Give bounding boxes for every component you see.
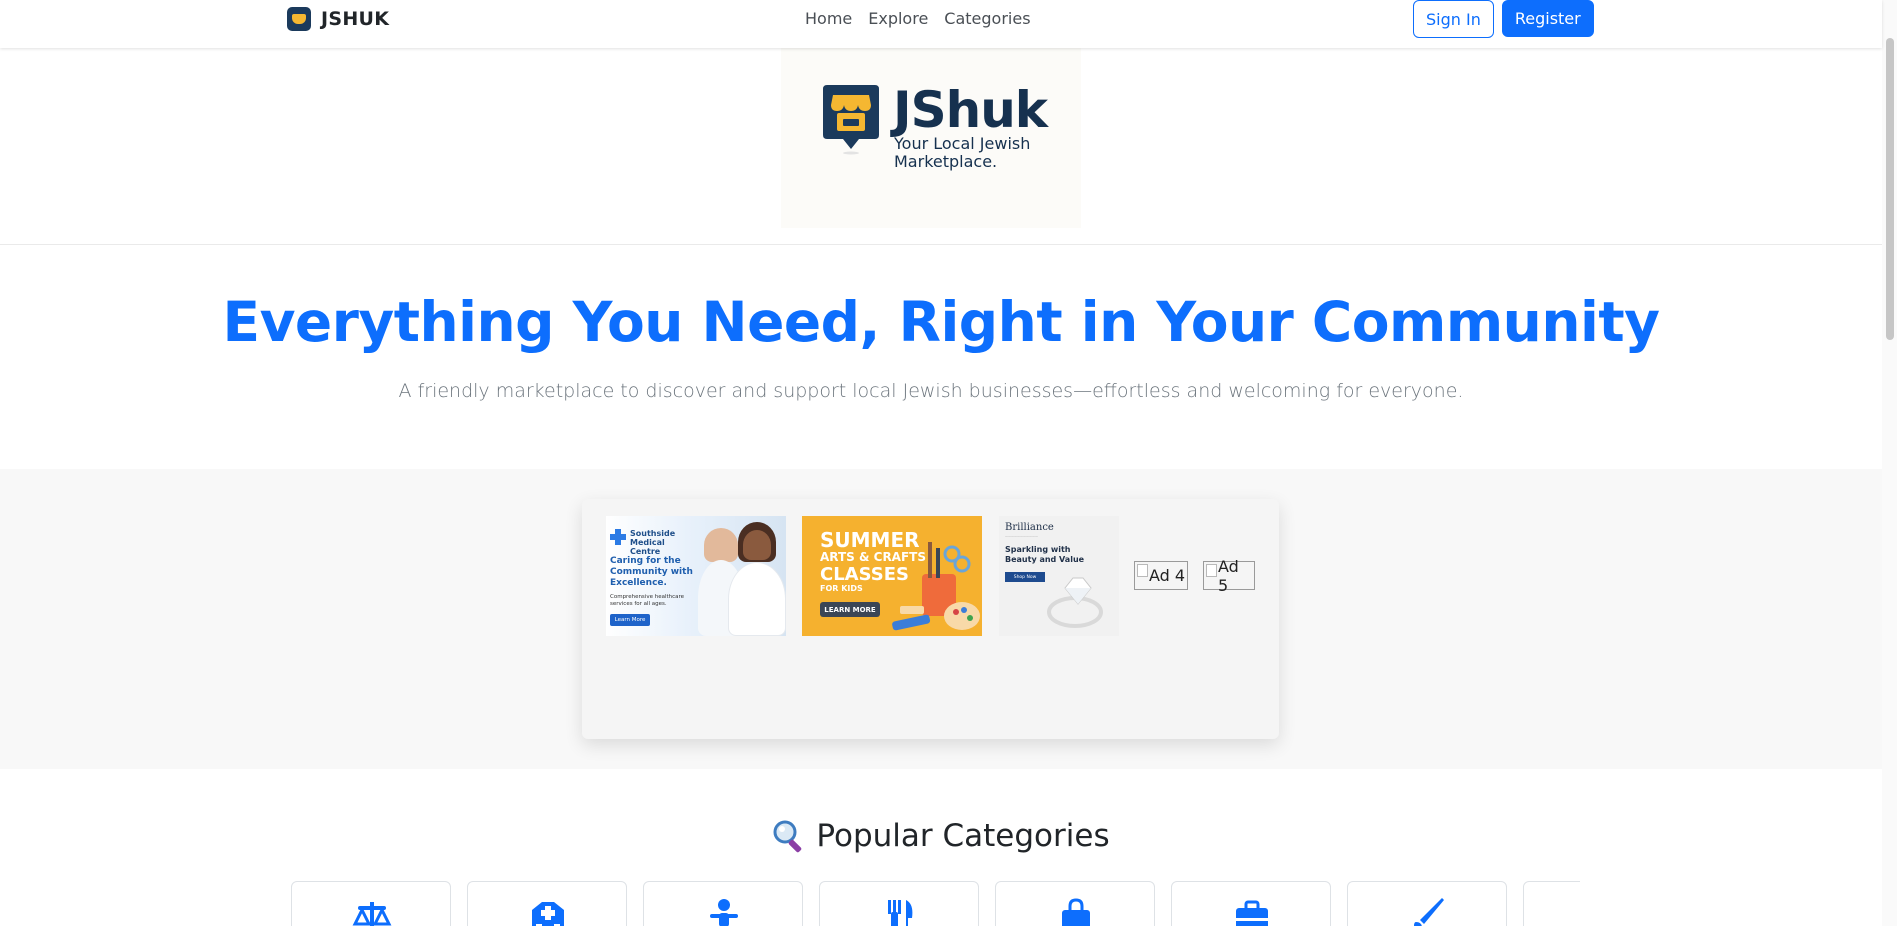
child-icon [710, 899, 738, 926]
ads-section: Southside Medical Centre Caring for the … [0, 469, 1882, 769]
ad1-body: Comprehensive healthcare services for al… [610, 594, 685, 607]
category-card-shopping[interactable] [995, 881, 1155, 926]
store-logo-icon [287, 7, 311, 31]
ad-medical-centre[interactable]: Southside Medical Centre Caring for the … [606, 516, 786, 636]
brand-link[interactable]: JSHUK [287, 7, 389, 31]
nav-links: Home Explore Categories [805, 9, 1031, 28]
nav-link-explore[interactable]: Explore [868, 9, 928, 28]
page-scrollbar[interactable] [1882, 0, 1897, 926]
category-card-partial[interactable] [1523, 881, 1580, 926]
top-navbar: JSHUK Home Explore Categories Sign In Re… [0, 0, 1882, 48]
categories-heading: Popular Categories [0, 818, 1882, 854]
nav-actions: Sign In Register [1413, 0, 1594, 38]
ad-5-broken-image[interactable]: Ad 5 [1203, 557, 1255, 595]
art-supplies-icon [892, 542, 980, 631]
magnifier-icon [773, 820, 802, 853]
sign-in-button[interactable]: Sign In [1413, 0, 1494, 38]
ad3-button: Shop Now [1005, 572, 1045, 582]
scale-icon [352, 902, 392, 926]
nav-link-home[interactable]: Home [805, 9, 852, 28]
shop-pin-icon [823, 85, 879, 155]
register-button[interactable]: Register [1501, 0, 1594, 37]
ad1-logo: Southside Medical Centre [610, 529, 680, 556]
logo-tagline: Your Local Jewish Marketplace. [894, 134, 1031, 171]
shopping-bag-icon [1062, 898, 1090, 926]
ad-person-coat-2 [728, 562, 786, 636]
ad1-headline: Caring for the Community with Excellence… [610, 556, 693, 588]
ad3-brand: Brilliance [1005, 522, 1054, 533]
briefcase-icon [1236, 900, 1268, 926]
hero-title: Everything You Need, Right in Your Commu… [222, 290, 1660, 354]
category-card-health[interactable] [467, 881, 627, 926]
category-card-arts[interactable] [1347, 881, 1507, 926]
categories-carousel [291, 881, 1580, 926]
categories-title: Popular Categories [816, 818, 1110, 854]
hero-subtitle: A friendly marketplace to discover and s… [398, 380, 1464, 402]
logo-wordmark: JShuk [893, 81, 1048, 139]
ad4-alt-text: Ad 4 [1149, 566, 1186, 585]
ads-carousel: Southside Medical Centre Caring for the … [582, 499, 1279, 739]
ad3-divider: ——————————— [1005, 534, 1038, 538]
ad1-brand: Southside Medical Centre [630, 529, 676, 556]
medical-cross-icon [610, 529, 626, 545]
paintbrush-icon [1414, 898, 1444, 926]
diamond-ring-icon [1047, 577, 1103, 628]
ad5-alt-text: Ad 5 [1218, 556, 1239, 595]
ad1-button: Learn More [610, 614, 650, 626]
broken-image-icon [1206, 564, 1217, 577]
scrollbar-thumb[interactable] [1886, 38, 1894, 340]
category-card-business[interactable] [1171, 881, 1331, 926]
site-logo: JShuk Your Local Jewish Marketplace. [781, 48, 1081, 228]
nav-link-categories[interactable]: Categories [944, 9, 1030, 28]
logo-section: JShuk Your Local Jewish Marketplace. [0, 48, 1882, 245]
category-card-food[interactable] [819, 881, 979, 926]
ad-brilliance[interactable]: Brilliance ——————————— Sparkling with Be… [999, 516, 1119, 636]
ad2-button: LEARN MORE [820, 602, 880, 617]
ad2-line4: FOR KIDS [820, 584, 863, 593]
brand-name: JSHUK [321, 8, 390, 30]
ad-person-image [704, 528, 738, 562]
ad-summer-arts[interactable]: SUMMER ARTS & CRAFTS CLASSES FOR KIDS LE… [802, 516, 982, 636]
ad-4-broken-image[interactable]: Ad 4 [1134, 561, 1188, 590]
ad3-headline: Sparkling with Beauty and Value [1005, 545, 1085, 564]
hospital-icon [532, 902, 564, 926]
utensils-icon [888, 900, 913, 926]
broken-image-icon [1137, 564, 1148, 577]
ad-person-face [743, 530, 771, 560]
category-card-legal[interactable] [291, 881, 451, 926]
category-card-kids[interactable] [643, 881, 803, 926]
